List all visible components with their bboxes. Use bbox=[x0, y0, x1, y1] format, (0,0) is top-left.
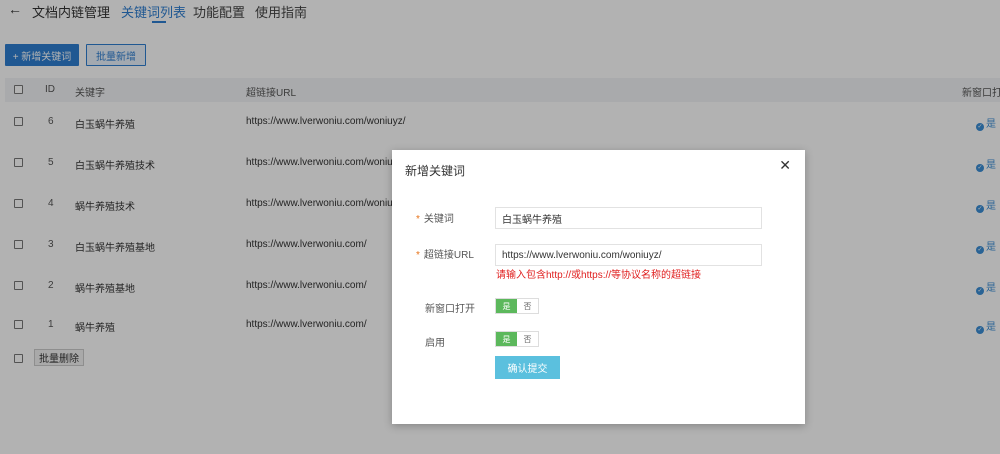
modal-title: 新增关键词 bbox=[405, 164, 466, 178]
url-input[interactable]: https://www.lverwoniu.com/woniuyz/ bbox=[495, 244, 762, 266]
new-window-no-option[interactable]: 否 bbox=[517, 299, 538, 313]
enable-no-option[interactable]: 否 bbox=[517, 332, 538, 346]
new-window-toggle[interactable]: 是 否 bbox=[495, 298, 539, 314]
enable-yes-option[interactable]: 是 bbox=[496, 332, 517, 346]
keyword-label: * 关键词 bbox=[416, 210, 454, 225]
url-label: * 超链接URL bbox=[416, 246, 474, 261]
new-window-label: 新窗口打开 bbox=[425, 304, 475, 315]
enable-toggle[interactable]: 是 否 bbox=[495, 331, 539, 347]
url-label-text: 超链接URL bbox=[423, 250, 474, 261]
required-mark: * bbox=[416, 250, 420, 261]
submit-button[interactable]: 确认提交 bbox=[495, 356, 560, 379]
add-keyword-modal: 新增关键词 ✕ * 关键词 白玉蜗牛养殖 * 超链接URL https://www.… bbox=[392, 150, 805, 424]
new-window-yes-option[interactable]: 是 bbox=[496, 299, 517, 313]
keyword-input[interactable]: 白玉蜗牛养殖 bbox=[495, 207, 762, 229]
required-mark: * bbox=[416, 214, 420, 225]
keyword-label-text: 关键词 bbox=[423, 214, 454, 225]
enable-label: 启用 bbox=[425, 338, 445, 349]
url-error-message: 请输入包含http://或https://等协议名称的超链接 bbox=[496, 270, 702, 281]
close-icon[interactable]: ✕ bbox=[779, 157, 791, 174]
